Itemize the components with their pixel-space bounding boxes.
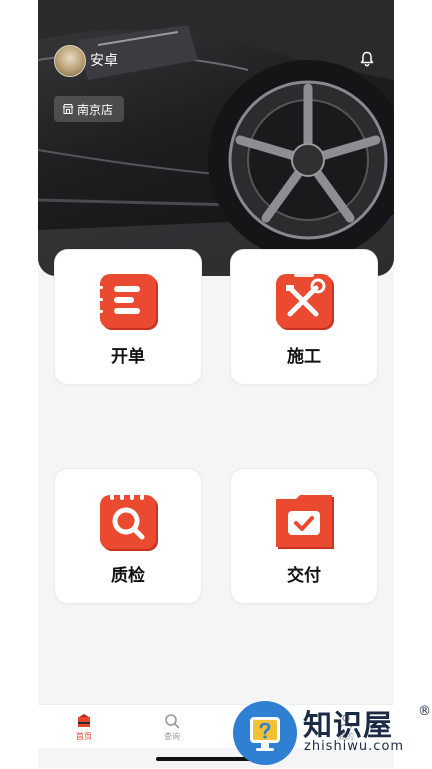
bell-icon[interactable] (359, 51, 375, 67)
tab-home[interactable]: 首页 (54, 713, 114, 742)
watermark-brand: 知识屋 (303, 708, 394, 742)
store-tag[interactable]: 南京店 (54, 96, 124, 122)
card-label: 交付 (287, 566, 321, 586)
app-screen: 安卓 南京店 开单 施工 质检 交付 首页 查询 我的 (38, 0, 394, 768)
store-icon (62, 104, 74, 114)
card-delivery[interactable]: 交付 (230, 468, 378, 604)
watermark-url: zhishiwu.com (304, 739, 405, 754)
card-construction[interactable]: 施工 (230, 249, 378, 385)
tab-search[interactable]: 查询 (142, 713, 202, 742)
tab-label: 查询 (164, 732, 180, 741)
avatar[interactable] (54, 45, 86, 77)
car-photo (38, 0, 394, 276)
tools-icon (276, 272, 334, 330)
left-margin (0, 0, 38, 768)
card-inspection[interactable]: 质检 (54, 468, 202, 604)
tab-label: 首页 (76, 732, 92, 741)
watermark-logo (233, 701, 297, 765)
card-label: 开单 (111, 347, 145, 367)
inspection-icon (100, 491, 158, 551)
watermark-registered: ® (418, 704, 431, 719)
card-open-order[interactable]: 开单 (54, 249, 202, 385)
card-label: 施工 (287, 347, 321, 367)
username: 安卓 (90, 53, 118, 69)
search-icon (165, 714, 180, 729)
hero-banner: 安卓 南京店 (38, 0, 394, 276)
help-monitor-icon (235, 703, 295, 763)
delivery-folder-icon (276, 495, 334, 549)
home-icon (78, 714, 90, 727)
order-list-icon (96, 274, 158, 330)
store-name: 南京店 (77, 102, 114, 117)
card-label: 质检 (111, 566, 145, 586)
right-margin (394, 0, 432, 768)
